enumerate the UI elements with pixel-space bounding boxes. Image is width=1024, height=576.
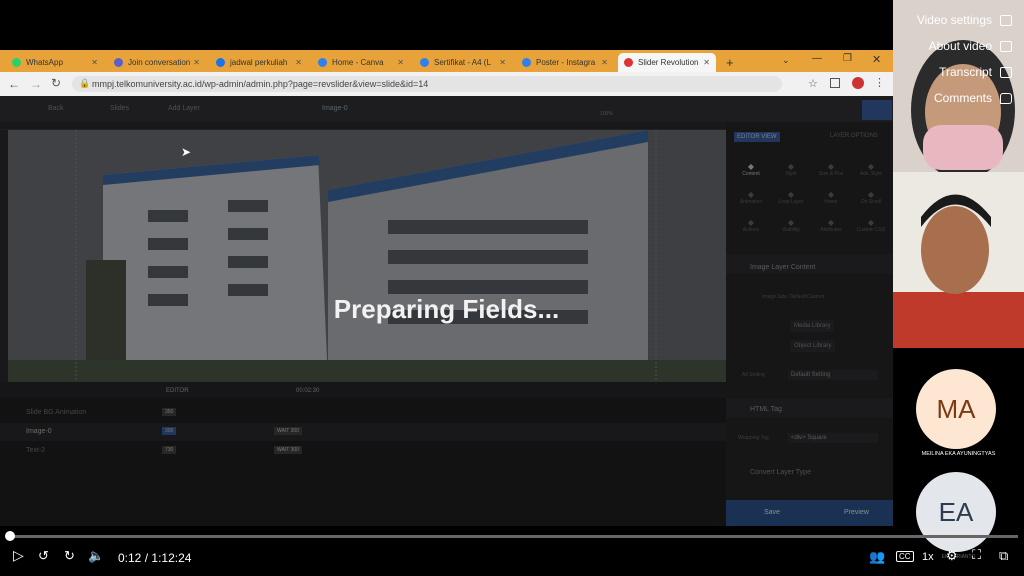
tab-favicon	[318, 58, 327, 67]
tab-label: Join conversation	[128, 58, 191, 67]
lock-icon: 🔒	[79, 78, 91, 88]
avatar-initials: MA	[936, 393, 976, 424]
current-time: 0:12	[118, 551, 142, 565]
tab-close-icon[interactable]: ✕	[91, 58, 98, 67]
browser-tab[interactable]: WhatsApp ✕	[6, 53, 104, 72]
progress-track[interactable]	[10, 535, 1018, 538]
browser-tab[interactable]: jadwal perkuliah ✕	[210, 53, 308, 72]
fullscreen-icon[interactable]: ⛶	[972, 547, 981, 563]
about-video-item[interactable]: About video	[929, 39, 1012, 53]
tab-label: jadwal perkuliah	[230, 58, 288, 67]
tab-close-icon[interactable]: ✕	[703, 58, 710, 67]
settings-sliders-icon	[1000, 14, 1012, 26]
rewind-10-icon[interactable]: ↺	[38, 548, 49, 564]
browser-tab[interactable]: Home - Canva ✕	[312, 53, 410, 72]
playback-speed[interactable]: 1x	[922, 551, 934, 563]
time-display: 0:12 / 1:12:24	[118, 551, 191, 565]
browser-tab[interactable]: Slider Revolution ✕	[618, 53, 716, 72]
tab-favicon	[420, 58, 429, 67]
menu-dots-icon[interactable]: ⋮	[874, 76, 885, 89]
video-settings-label: Video settings	[916, 13, 992, 27]
video-settings-item[interactable]: Video settings	[917, 13, 1012, 27]
tab-label: Home - Canva	[332, 58, 384, 67]
tab-close-icon[interactable]: ✕	[601, 58, 608, 67]
volume-icon[interactable]: 🔈	[88, 548, 104, 564]
tab-close-icon[interactable]: ✕	[193, 58, 200, 67]
tab-label: Slider Revolution	[638, 58, 699, 67]
total-time: 1:12:24	[151, 551, 192, 565]
participant-name-ma: MEILINA EKA AYUNINGTYAS	[921, 451, 996, 457]
participant-avatar-ma: MA	[916, 369, 996, 449]
back-arrow-icon[interactable]: ←	[8, 77, 20, 91]
tab-search-icon[interactable]: ⌄	[782, 55, 790, 66]
bookmark-star-icon[interactable]: ☆	[808, 77, 818, 90]
settings-gear-icon[interactable]: ⚙	[946, 548, 958, 564]
time-separator: /	[144, 551, 149, 565]
comment-bubble-icon	[1000, 92, 1012, 104]
tab-label: WhatsApp	[26, 58, 63, 67]
close-window-icon[interactable]: ✕	[872, 53, 881, 66]
transcript-icon	[1000, 66, 1012, 78]
avatar-initials: EA	[938, 496, 974, 527]
url-field[interactable]: mmpj.telkomuniversity.ac.id/wp-admin/adm…	[72, 76, 782, 92]
maximize-icon[interactable]: ❐	[843, 53, 852, 64]
comments-label: Comments	[933, 91, 992, 105]
participant-avatar-ea: EA	[916, 472, 996, 552]
tab-favicon	[12, 58, 21, 67]
tab-close-icon[interactable]: ✕	[295, 58, 302, 67]
loading-message: Preparing Fields...	[333, 294, 560, 324]
tab-favicon	[216, 58, 225, 67]
tab-favicon	[624, 58, 633, 67]
comments-item[interactable]: Comments	[934, 91, 1012, 105]
transcript-label: Transcript	[939, 65, 992, 79]
transcript-item[interactable]: Transcript	[939, 65, 1012, 79]
webcam-feed-2	[893, 172, 1024, 348]
minimize-icon[interactable]: —	[812, 53, 822, 64]
forward-arrow-icon[interactable]: →	[30, 77, 42, 91]
tab-label: Sertifikat - A4 (L	[434, 58, 491, 67]
mouse-cursor-icon: ➤	[181, 145, 192, 159]
tab-close-icon[interactable]: ✕	[499, 58, 506, 67]
play-icon[interactable]: ▷	[13, 547, 24, 564]
browser-tab[interactable]: Join conversation ✕	[108, 53, 206, 72]
progress-knob[interactable]	[5, 531, 15, 541]
captions-icon[interactable]: CC	[896, 551, 914, 562]
new-tab-button[interactable]: +	[726, 55, 734, 70]
video-menu: Video settings About video Transcript Co…	[893, 0, 1024, 120]
tab-favicon	[522, 58, 531, 67]
tab-label: Poster - Instagra	[536, 58, 596, 67]
popout-icon[interactable]: ⧉	[999, 548, 1008, 564]
tab-close-icon[interactable]: ✕	[397, 58, 404, 67]
participants-icon[interactable]: 👥	[869, 549, 885, 565]
play-box-icon	[1000, 40, 1012, 52]
tab-favicon	[114, 58, 123, 67]
forward-10-icon[interactable]: ↻	[64, 548, 75, 564]
browser-tab[interactable]: Sertifikat - A4 (L ✕	[414, 53, 512, 72]
sidebar-icon[interactable]	[830, 78, 840, 88]
reload-icon[interactable]: ↻	[51, 76, 61, 90]
profile-avatar[interactable]	[852, 77, 864, 89]
browser-tab[interactable]: Poster - Instagra ✕	[516, 53, 614, 72]
about-video-label: About video	[928, 39, 992, 53]
